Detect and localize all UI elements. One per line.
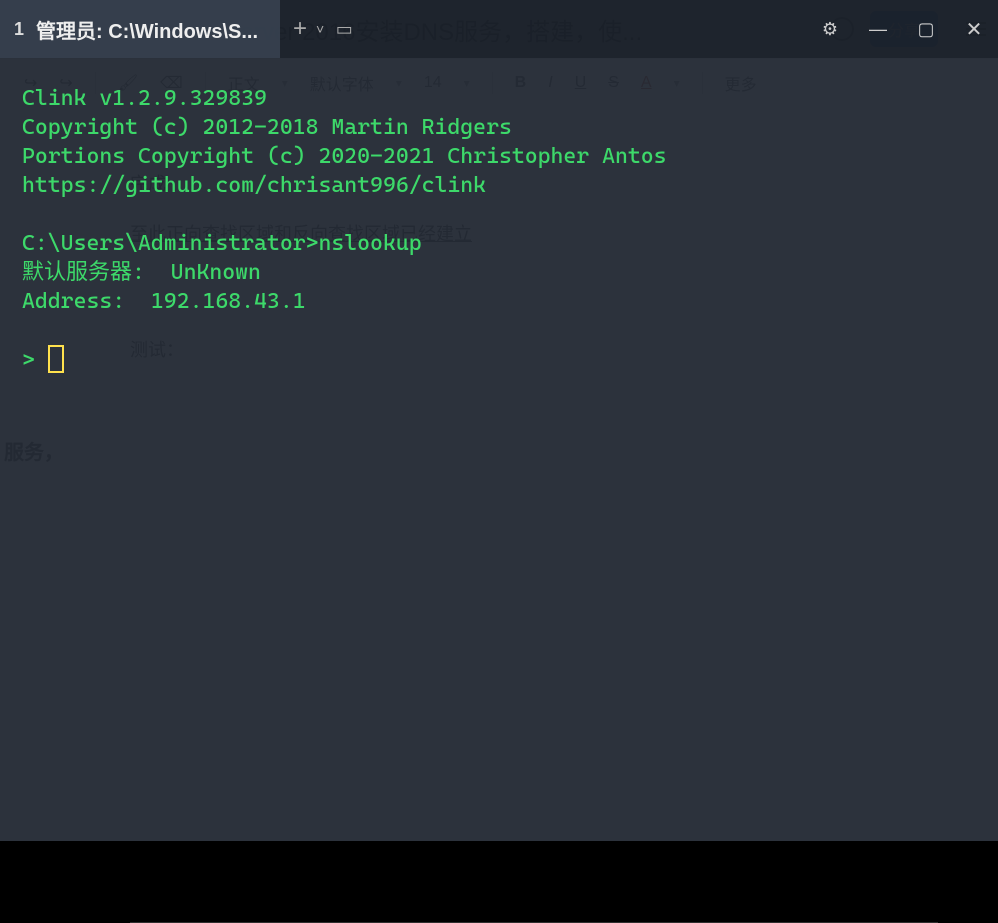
console-line: Portions Copyright (c) 2020-2021 Christo…	[22, 144, 667, 169]
terminal-tab[interactable]: 1 管理员: C:\Windows\S...	[0, 0, 280, 58]
split-pane-icon[interactable]: ▭	[324, 19, 364, 40]
tab-title: 管理员: C:\Windows\S...	[36, 15, 258, 44]
settings-icon[interactable]: ⚙	[806, 0, 854, 58]
console-line: Clink v1.2.9.329839	[22, 86, 267, 111]
minimize-button[interactable]: —	[854, 0, 902, 58]
terminal-titlebar[interactable]: 1 管理员: C:\Windows\S... + ˅ ▭ ⚙ — ▢ ✕	[0, 0, 998, 58]
maximize-button[interactable]: ▢	[902, 0, 950, 58]
console-line: https://github.com/chrisant996/clink	[22, 173, 486, 198]
console-line: 默认服务器: UnKnown	[22, 260, 261, 285]
console-subprompt: >	[22, 348, 48, 373]
cursor	[48, 345, 64, 373]
console-prompt-line: C:\Users\Administrator>nslookup	[22, 231, 422, 256]
terminal-output[interactable]: Clink v1.2.9.329839 Copyright (c) 2012-2…	[0, 58, 998, 841]
close-button[interactable]: ✕	[950, 0, 998, 58]
console-line: Copyright (c) 2012-2018 Martin Ridgers	[22, 115, 512, 140]
tab-index: 1	[14, 19, 24, 40]
new-tab-button[interactable]: +	[280, 15, 320, 43]
tab-dropdown-icon[interactable]: ˅	[316, 21, 324, 37]
terminal-window: 1 管理员: C:\Windows\S... + ˅ ▭ ⚙ — ▢ ✕ Cli…	[0, 0, 998, 841]
console-line: Address: 192.168.43.1	[22, 289, 306, 314]
